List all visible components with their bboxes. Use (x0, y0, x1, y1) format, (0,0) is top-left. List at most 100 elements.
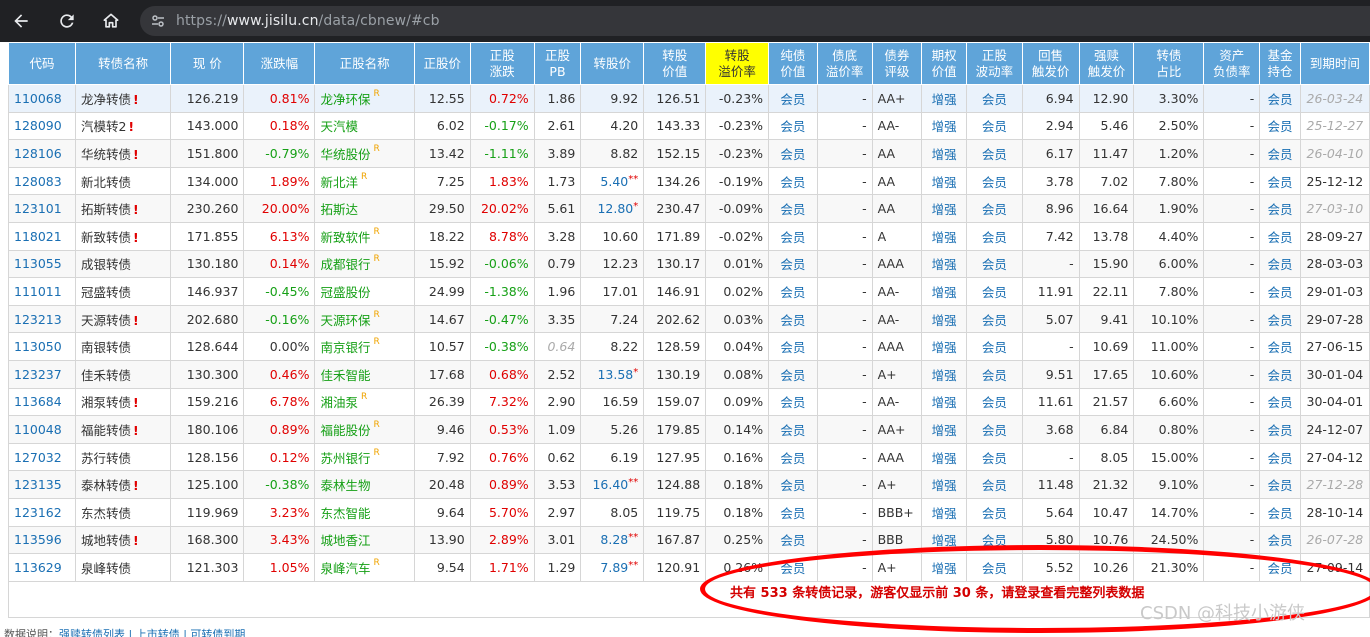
column-header[interactable]: 到期时间 (1299, 42, 1370, 85)
pure-bond-value-link[interactable]: 会员 (768, 304, 818, 334)
column-header[interactable]: 转债名称 (74, 42, 172, 85)
warning-mark[interactable]: ! (133, 423, 139, 438)
fund-holding-link[interactable]: 会员 (1259, 359, 1301, 389)
stock-name-link[interactable]: 佳禾智能 (320, 368, 370, 383)
fund-holding-link[interactable]: 会员 (1259, 415, 1301, 444)
bond-code-link[interactable]: 113055 (8, 249, 76, 279)
fund-holding-link[interactable]: 会员 (1259, 442, 1301, 472)
table-row[interactable]: 110068 龙净转债! 126.219 0.81% 龙净环保 R 12.55 0.72% 1.… (8, 84, 1370, 113)
stock-name-link[interactable]: 拓斯达 (320, 202, 358, 217)
option-value-link[interactable]: 增强 (921, 194, 967, 223)
stock-name-link[interactable]: 龙净环保 (320, 92, 370, 107)
conversion-price[interactable]: 13.58 (597, 367, 633, 382)
table-row[interactable]: 123213 天源转债! 202.680 -0.16% 天源环保 R 14.67 -0.47%… (8, 304, 1370, 334)
column-header[interactable]: 期权 价值 (921, 42, 967, 85)
fund-holding-link[interactable]: 会员 (1259, 525, 1301, 555)
option-value-link[interactable]: 增强 (921, 332, 967, 361)
fund-holding-link[interactable]: 会员 (1259, 84, 1301, 113)
table-row[interactable]: 123101 拓斯转债! 230.260 20.00% 拓斯达 29.50 20.02% 5.… (8, 194, 1370, 223)
fund-holding-link[interactable]: 会员 (1259, 304, 1301, 334)
table-row[interactable]: 123135 泰林转债! 125.100 -0.38% 泰林生物 20.48 0.89% 3.… (8, 470, 1370, 499)
conversion-price[interactable]: 12.80 (597, 201, 633, 216)
volatility-link[interactable]: 会员 (965, 84, 1023, 113)
stock-name-link[interactable]: 天汽模 (320, 119, 358, 134)
bond-code-link[interactable]: 123237 (8, 359, 76, 389)
stock-name-link[interactable]: 湘油泵 (320, 395, 358, 410)
stock-name-link[interactable]: 华统股份 (320, 147, 370, 162)
bond-code-link[interactable]: 118021 (8, 221, 76, 251)
bond-code-link[interactable]: 123101 (8, 194, 76, 223)
stock-name-link[interactable]: 新北洋 (320, 175, 358, 190)
warning-mark[interactable]: ! (133, 230, 139, 245)
option-value-link[interactable]: 增强 (921, 84, 967, 113)
volatility-link[interactable]: 会员 (965, 221, 1023, 251)
pure-bond-value-link[interactable]: 会员 (768, 277, 818, 306)
conversion-price[interactable]: 5.40 (600, 174, 628, 189)
data-note-links[interactable]: 强赎转债列表 | 上市转债 | 可转债到期 (59, 628, 245, 637)
back-icon[interactable] (2, 0, 40, 42)
stock-name-link[interactable]: 新致软件 (320, 230, 370, 245)
table-row[interactable]: 113629 泉峰转债 121.303 1.05% 泉峰汽车 R 9.54 1.71% 1.29… (8, 553, 1370, 582)
volatility-link[interactable]: 会员 (965, 277, 1023, 306)
option-value-link[interactable]: 增强 (921, 525, 967, 555)
warning-mark[interactable]: ! (133, 478, 139, 493)
option-value-link[interactable]: 增强 (921, 277, 967, 306)
bond-code-link[interactable]: 113629 (8, 553, 76, 582)
pure-bond-value-link[interactable]: 会员 (768, 249, 818, 279)
column-header[interactable]: 正股 波动率 (965, 42, 1023, 85)
column-header[interactable]: 债券 评级 (871, 42, 923, 85)
pure-bond-value-link[interactable]: 会员 (768, 194, 818, 223)
table-row[interactable]: 128106 华统转债! 151.800 -0.79% 华统股份 R 13.42 -1.11%… (8, 139, 1370, 168)
pure-bond-value-link[interactable]: 会员 (768, 470, 818, 499)
warning-mark[interactable]: ! (133, 395, 139, 410)
column-header[interactable]: 正股名称 (314, 42, 415, 85)
column-header[interactable]: 涨跌幅 (243, 42, 316, 85)
pure-bond-value-link[interactable]: 会员 (768, 111, 818, 141)
warning-mark[interactable]: ! (133, 92, 139, 107)
reload-icon[interactable] (48, 0, 86, 42)
warning-mark[interactable]: ! (133, 533, 139, 548)
volatility-link[interactable]: 会员 (965, 166, 1023, 196)
column-header[interactable]: 债底 溢价率 (816, 42, 873, 85)
volatility-link[interactable]: 会员 (965, 111, 1023, 141)
pure-bond-value-link[interactable]: 会员 (768, 497, 818, 527)
pure-bond-value-link[interactable]: 会员 (768, 387, 818, 417)
stock-name-link[interactable]: 泉峰汽车 (320, 561, 370, 576)
option-value-link[interactable]: 增强 (921, 553, 967, 582)
fund-holding-link[interactable]: 会员 (1259, 387, 1301, 417)
volatility-link[interactable]: 会员 (965, 359, 1023, 389)
option-value-link[interactable]: 增强 (921, 415, 967, 444)
fund-holding-link[interactable]: 会员 (1259, 194, 1301, 223)
option-value-link[interactable]: 增强 (921, 304, 967, 334)
bond-code-link[interactable]: 123135 (8, 470, 76, 499)
option-value-link[interactable]: 增强 (921, 359, 967, 389)
column-header[interactable]: 正股价 (413, 42, 471, 85)
stock-name-link[interactable]: 冠盛股份 (320, 285, 370, 300)
volatility-link[interactable]: 会员 (965, 194, 1023, 223)
stock-name-link[interactable]: 泰林生物 (320, 478, 370, 493)
fund-holding-link[interactable]: 会员 (1259, 277, 1301, 306)
volatility-link[interactable]: 会员 (965, 442, 1023, 472)
table-row[interactable]: 118021 新致转债! 171.855 6.13% 新致软件 R 18.22 8.78% 3.… (8, 221, 1370, 251)
option-value-link[interactable]: 增强 (921, 221, 967, 251)
column-header[interactable]: 回售 触发价 (1021, 42, 1080, 85)
stock-name-link[interactable]: 苏州银行 (320, 451, 370, 466)
volatility-link[interactable]: 会员 (965, 525, 1023, 555)
volatility-link[interactable]: 会员 (965, 470, 1023, 499)
conversion-price[interactable]: 16.40 (592, 477, 628, 492)
option-value-link[interactable]: 增强 (921, 139, 967, 168)
table-row[interactable]: 111011 冠盛转债 146.937 -0.45% 冠盛股份 24.99 -1.38% 1.… (8, 277, 1370, 306)
table-row[interactable]: 128083 新北转债 134.000 1.89% 新北洋 R 7.25 1.83% 1.73 5… (8, 166, 1370, 196)
bond-code-link[interactable]: 127032 (8, 442, 76, 472)
pure-bond-value-link[interactable]: 会员 (768, 221, 818, 251)
pure-bond-value-link[interactable]: 会员 (768, 84, 818, 113)
bond-code-link[interactable]: 123213 (8, 304, 76, 334)
conversion-price[interactable]: 8.28 (600, 532, 628, 547)
bond-code-link[interactable]: 113684 (8, 387, 76, 417)
pure-bond-value-link[interactable]: 会员 (768, 553, 818, 582)
bond-code-link[interactable]: 113050 (8, 332, 76, 361)
url-text[interactable]: https://www.jisilu.cn/data/cbnew/#cb (176, 13, 440, 29)
address-bar[interactable]: https://www.jisilu.cn/data/cbnew/#cb (140, 6, 1370, 36)
table-row[interactable]: 113055 成银转债 130.180 0.14% 成都银行 R 15.92 -0.06% 0.… (8, 249, 1370, 279)
warning-mark[interactable]: ! (133, 202, 139, 217)
